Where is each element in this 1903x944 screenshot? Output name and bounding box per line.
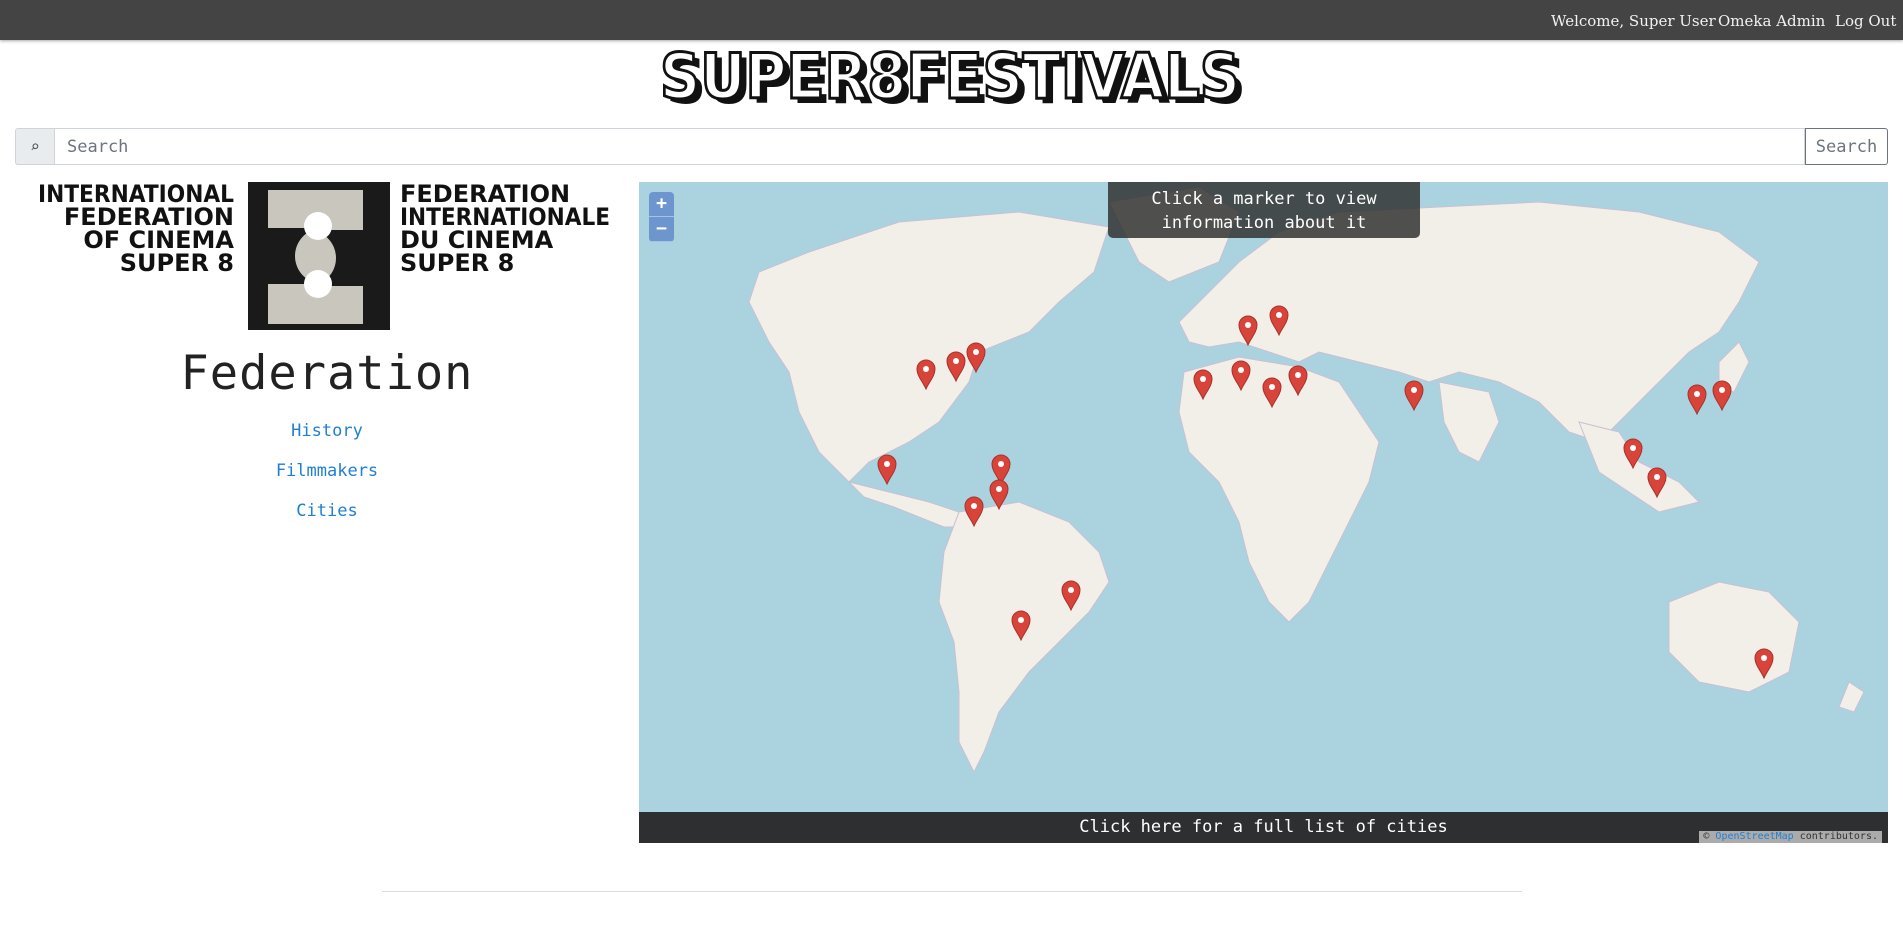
map-marker-dot <box>1018 617 1024 623</box>
map-attribution: © OpenStreetMap contributors. <box>1699 831 1882 843</box>
map-marker-dot <box>1761 655 1767 661</box>
map-marker-dot <box>1200 376 1206 382</box>
map-marker-dot <box>1245 322 1251 328</box>
map-marker-dot <box>884 461 890 467</box>
openstreetmap-link[interactable]: OpenStreetMap <box>1715 831 1793 842</box>
map-marker-dot <box>1630 445 1636 451</box>
attribution-prefix: © <box>1703 831 1716 842</box>
omeka-admin-link[interactable]: Omeka Admin <box>1718 12 1825 30</box>
search-icon: ⌕ <box>15 128 55 165</box>
map-marker-dot <box>996 486 1002 492</box>
map-marker-dot <box>971 503 977 509</box>
map-marker-dot <box>1654 474 1660 480</box>
search-button[interactable]: Search <box>1805 128 1888 165</box>
logout-link[interactable]: Log Out <box>1835 12 1896 30</box>
top-bar: Welcome, Super User Omeka Admin Log Out <box>0 0 1903 40</box>
map-marker-dot <box>1276 312 1282 318</box>
site-logo[interactable]: SUPER8FESTIVALS SUPER8FESTIVALS <box>650 39 1254 119</box>
map-marker-dot <box>1719 387 1725 393</box>
map-marker-dot <box>1068 587 1074 593</box>
zoom-control: + − <box>649 192 674 242</box>
map-marker-dot <box>973 349 979 355</box>
map-marker-dot <box>1269 384 1275 390</box>
zoom-out-button[interactable]: − <box>649 217 674 242</box>
federation-nav: History Filmmakers Cities <box>15 420 639 540</box>
map-marker-dot <box>1694 391 1700 397</box>
zoom-in-button[interactable]: + <box>649 192 674 217</box>
nav-cities-link[interactable]: Cities <box>15 500 639 540</box>
world-map[interactable]: Click a marker to view information about… <box>639 182 1888 843</box>
map-marker-dot <box>923 366 929 372</box>
map-marker-dot <box>953 358 959 364</box>
map-marker-dot <box>1411 387 1417 393</box>
nav-filmmakers-link[interactable]: Filmmakers <box>15 460 639 500</box>
federation-logo: INTERNATIONAL FEDERATION OF CINEMA SUPER… <box>38 180 612 334</box>
logo-left-line: SUPER 8 <box>120 249 234 277</box>
map-hint: Click a marker to view information about… <box>1108 182 1420 238</box>
nav-history-link[interactable]: History <box>15 420 639 460</box>
logo-right-line: SUPER 8 <box>400 249 514 277</box>
welcome-link[interactable]: Welcome, Super User <box>1551 12 1716 30</box>
super8-emblem <box>248 182 390 330</box>
map-tiles <box>639 182 1888 843</box>
logo-text: SUPER8FESTIVALS <box>660 46 1240 113</box>
attribution-suffix: contributors. <box>1793 831 1878 842</box>
map-marker-dot <box>1295 372 1301 378</box>
map-marker-dot <box>1238 367 1244 373</box>
page-title: Federation <box>180 346 474 401</box>
search-input[interactable] <box>55 128 1805 165</box>
map-marker-dot <box>998 461 1004 467</box>
footer-divider <box>382 891 1522 892</box>
search-bar: ⌕ Search <box>15 128 1888 165</box>
